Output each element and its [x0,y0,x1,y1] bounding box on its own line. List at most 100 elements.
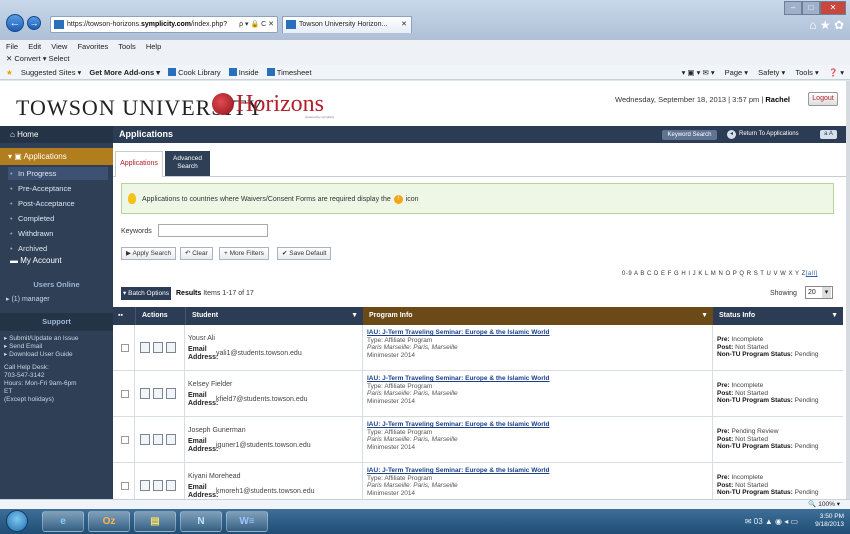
tab-applications[interactable]: Applications [115,151,163,177]
student-column-header[interactable]: Student ▼ [185,307,363,325]
edit-icon[interactable] [153,342,163,353]
menu-view[interactable]: View [51,42,67,51]
return-to-applications-button[interactable]: ◂ Return To Applications [727,129,799,140]
back-arrow-icon[interactable]: ← [6,14,24,32]
program-link[interactable]: IAU: J-Term Traveling Seminar: Europe & … [367,421,550,429]
sidebar-item-post-acceptance[interactable]: Post-Acceptance [8,197,108,210]
sidebar-item-home[interactable]: ⌂ Home [0,126,113,143]
menu-help[interactable]: Help [146,42,161,51]
status-column-header[interactable]: Status Info ▼ [713,307,843,325]
sort-arrow-icon[interactable]: ▼ [701,307,708,325]
tab-advanced-search[interactable]: Advanced Search [165,151,210,176]
row-checkbox[interactable] [121,436,129,444]
print-icon[interactable] [166,480,176,491]
fav-cook-library[interactable]: Cook Library [168,68,221,77]
program-location: Paris Marseille: Paris, Marseille [367,390,458,397]
fav-timesheet[interactable]: Timesheet [266,68,312,77]
taskbar-outlook-icon[interactable]: Oz [88,511,130,532]
clock[interactable]: 3:50 PM 9/18/2013 [815,509,844,534]
sidebar-item-in-progress[interactable]: In Progress [8,167,108,180]
taskbar-word-icon[interactable]: W≡ [226,511,268,532]
alphabet-all-link[interactable]: [all] [806,271,818,277]
help-icon[interactable]: ❓ ▾ [829,68,844,77]
close-window-button[interactable]: ✕ [820,1,846,15]
get-more-addons-link[interactable]: Get More Add-ons ▾ [89,68,160,77]
clear-button[interactable]: ↶ Clear [180,247,213,260]
sidebar-item-pre-acceptance[interactable]: Pre-Acceptance [8,182,108,195]
send-email-link[interactable]: ▸ Send Email [4,343,42,351]
address-bar[interactable]: https://towson-horizons.symplicity.com/i… [50,16,278,33]
keywords-input[interactable] [158,224,268,237]
alphabet-letters[interactable]: 0-9 A B C D E F G H I J K L M N O P Q R … [622,271,806,277]
minimize-button[interactable]: – [784,1,802,15]
alphabet-filter[interactable]: 0-9 A B C D E F G H I J K L M N O P Q R … [622,271,818,277]
users-online-manager[interactable]: ▸ (1) manager [6,295,50,303]
page-menu[interactable]: Page ▾ [725,68,748,77]
sort-arrow-icon[interactable]: ▼ [351,307,358,325]
maximize-button[interactable]: □ [802,1,820,15]
page-size-select[interactable]: 20 [805,286,833,299]
download-guide-link[interactable]: ▸ Download User Guide [4,351,73,359]
row-checkbox[interactable] [121,390,129,398]
tabs-row: Applications Advanced Search [113,143,846,177]
menu-favorites[interactable]: Favorites [77,42,108,51]
command-bar[interactable]: ✕ Convert ▾ Select [0,53,850,65]
batch-options-button[interactable]: ▾ Batch Options [121,287,171,300]
page-scrollbar[interactable] [846,81,850,499]
zoom-level[interactable]: 🔍 100% ▾ [808,500,840,509]
program-link[interactable]: IAU: J-Term Traveling Seminar: Europe & … [367,375,550,383]
row-checkbox[interactable] [121,482,129,490]
fav-inside[interactable]: Inside [228,68,259,77]
taskbar-ie-icon[interactable]: e [42,511,84,532]
apply-search-button[interactable]: ▶ Apply Search [121,247,177,260]
home-favorites-tools-icons[interactable]: ⌂ ★ ✿ [809,18,844,32]
more-filters-button[interactable]: + More Filters [219,247,269,260]
sort-arrow-icon[interactable]: ▼ [831,307,838,325]
edit-icon[interactable] [153,434,163,445]
suggested-sites-link[interactable]: Suggested Sites ▾ [21,68,81,77]
view-icon[interactable] [140,480,150,491]
print-icon[interactable] [166,434,176,445]
menu-edit[interactable]: Edit [28,42,41,51]
submit-issue-link[interactable]: ▸ Submit/Update an Issue [4,335,78,343]
view-icon[interactable] [140,342,150,353]
taskbar-explorer-icon[interactable]: ▤ [134,511,176,532]
menu-file[interactable]: File [6,42,18,51]
address-controls[interactable]: ρ ▾ 🔒 C ✕ [239,17,274,32]
sidebar-item-completed[interactable]: Completed [8,212,108,225]
edit-icon[interactable] [153,480,163,491]
feeds-mail-icons[interactable]: ▾ ▣ ▾ ✉ ▾ [682,68,715,77]
program-column-header[interactable]: Program Info ▼ [363,307,713,325]
logout-button[interactable]: Logout [808,92,838,106]
start-button[interactable] [6,510,28,532]
favorites-star-icon[interactable]: ★ [6,68,13,77]
sidebar-item-withdrawn[interactable]: Withdrawn [8,227,108,240]
page-title: Applications [119,129,174,139]
taskbar-app-icon[interactable]: N [180,511,222,532]
browser-tab[interactable]: Towson University Horizon... ✕ [282,16,412,33]
tab-close-icon[interactable]: ✕ [401,17,407,33]
sidebar-item-my-account[interactable]: ▬ My Account [10,256,62,265]
view-icon[interactable] [140,434,150,445]
nontu-status: Pending [794,351,819,358]
system-tray-icons[interactable]: ✉ 03 ▲ ◉ ◂ ▭ [745,517,798,526]
sidebar-item-applications[interactable]: ▾ ▣ Applications [0,148,113,165]
print-icon[interactable] [166,388,176,399]
command-toolbar-right: ▾ ▣ ▾ ✉ ▾ Page ▾ Safety ▾ Tools ▾ ❓ ▾ [674,65,844,80]
horizons-logo[interactable]: Horizons [212,91,324,118]
row-checkbox[interactable] [121,344,129,352]
save-default-button[interactable]: ✔ Save Default [277,247,332,260]
menu-tools[interactable]: Tools [118,42,136,51]
program-link[interactable]: IAU: J-Term Traveling Seminar: Europe & … [367,329,550,337]
program-link[interactable]: IAU: J-Term Traveling Seminar: Europe & … [367,467,550,475]
sidebar-item-archived[interactable]: Archived [8,242,108,255]
text-size-button[interactable]: a A [820,130,837,139]
keyword-search-button[interactable]: Keyword Search [662,130,717,140]
view-icon[interactable] [140,388,150,399]
tools-menu[interactable]: Tools ▾ [795,68,818,77]
safety-menu[interactable]: Safety ▾ [758,68,785,77]
edit-icon[interactable] [153,388,163,399]
print-icon[interactable] [166,342,176,353]
forward-arrow-icon[interactable]: → [27,16,41,30]
select-column-header[interactable]: ▪▪ [113,307,135,325]
